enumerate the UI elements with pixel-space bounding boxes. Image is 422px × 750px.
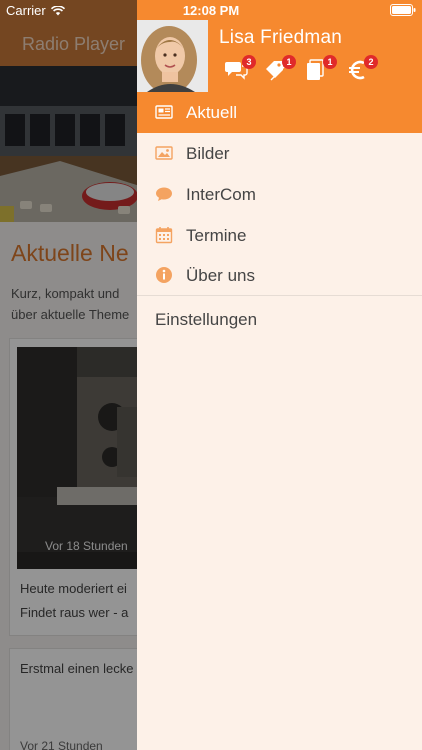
menu-label: Über uns xyxy=(186,265,255,285)
tags-button[interactable]: 1 xyxy=(264,55,296,81)
carrier-label: Carrier xyxy=(6,3,46,18)
menu-item-intercom[interactable]: InterCom xyxy=(137,174,422,215)
user-name: Lisa Friedman xyxy=(219,27,342,48)
chat-badge: 3 xyxy=(242,55,256,69)
menu-item-einstellungen[interactable]: Einstellungen xyxy=(155,310,257,330)
menu-item-termine[interactable]: Termine xyxy=(137,215,422,256)
menu-item-aktuell[interactable]: Aktuell xyxy=(137,92,422,133)
avatar[interactable] xyxy=(137,20,208,92)
menu-item-bilder[interactable]: Bilder xyxy=(137,133,422,174)
menu-label: Aktuell xyxy=(186,102,238,122)
documents-button[interactable]: 1 xyxy=(305,55,337,81)
news-icon xyxy=(155,105,173,119)
menu-divider xyxy=(137,295,422,296)
payments-badge: 2 xyxy=(364,55,378,69)
status-bar: Carrier 12:08 PM xyxy=(0,0,422,20)
menu-label: Bilder xyxy=(186,143,230,163)
menu-item-ueber-uns[interactable]: Über uns xyxy=(137,255,422,296)
info-icon xyxy=(156,267,172,283)
profile-photo xyxy=(137,20,208,92)
menu-label: Termine xyxy=(186,225,247,245)
wifi-icon xyxy=(50,5,65,15)
payments-button[interactable]: 2 xyxy=(346,55,378,81)
menu-label: InterCom xyxy=(186,184,256,204)
documents-badge: 1 xyxy=(323,55,337,69)
image-icon xyxy=(155,146,173,160)
navigation-drawer: Lisa Friedman 3 1 1 2 Aktuell Bilder Int… xyxy=(137,0,422,750)
chat-bubble-icon xyxy=(156,187,172,201)
tags-badge: 1 xyxy=(282,55,296,69)
battery-icon xyxy=(390,4,416,16)
chat-button[interactable]: 3 xyxy=(224,55,256,81)
calendar-icon xyxy=(155,227,173,244)
